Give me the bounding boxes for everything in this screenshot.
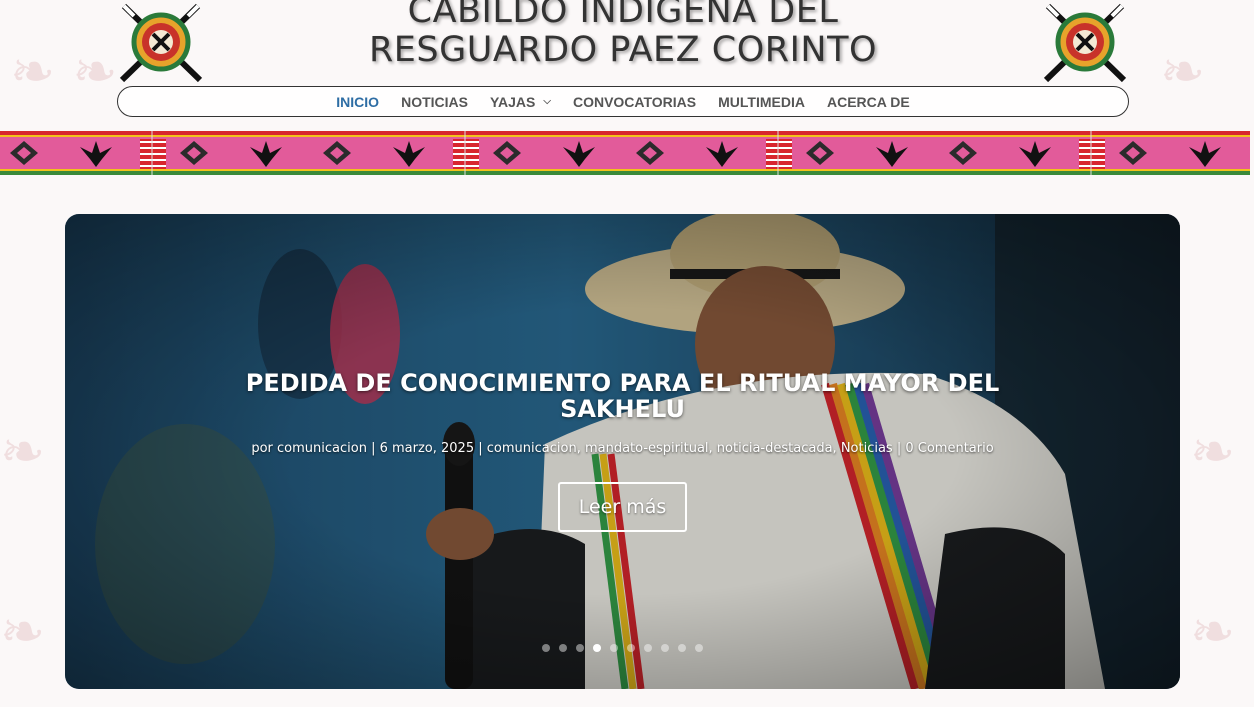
meta-category-link[interactable]: mandato-espiritual (585, 441, 709, 456)
background-motif: ❧ (0, 420, 46, 483)
slider-dot[interactable] (695, 644, 703, 652)
meta-author-link[interactable]: comunicacion (277, 441, 367, 456)
nav-item-label: YAJAS (489, 93, 536, 110)
nav-item-convocatorias[interactable]: CONVOCATORIAS (562, 94, 707, 110)
nav-item-label: ACERCA DE (826, 93, 910, 110)
slider-pagination (65, 644, 1180, 652)
slider-dot[interactable] (542, 644, 550, 652)
slider-dot[interactable] (627, 644, 635, 652)
background-motif: ❧ (1190, 420, 1236, 483)
nav-item-yajas[interactable]: YAJAS ⌵ (479, 94, 562, 110)
nav-item-label: INICIO (336, 93, 380, 110)
slide-meta: por comunicacion | 6 marzo, 2025 | comun… (251, 441, 994, 456)
slider-dot[interactable] (559, 644, 567, 652)
background-motif: ❧ (0, 600, 46, 663)
slider-dot[interactable] (593, 644, 601, 652)
hero-slider[interactable]: PEDIDA DE CONOCIMIENTO PARA EL RITUAL MA… (65, 214, 1180, 689)
slider-dot[interactable] (576, 644, 584, 652)
site-title[interactable]: CABILDO INDIGENA DEL RESGUARDO PAEZ CORI… (300, 0, 946, 70)
meta-category-link[interactable]: comunicacion (487, 441, 577, 456)
site-title-line1: CABILDO INDIGENA DEL (407, 0, 839, 31)
slider-dot[interactable] (610, 644, 618, 652)
nav-item-label: MULTIMEDIA (718, 93, 805, 110)
nav-item-multimedia[interactable]: MULTIMEDIA (707, 94, 816, 110)
meta-comments-link[interactable]: 0 Comentario (905, 441, 993, 456)
site-title-line2: RESGUARDO PAEZ CORINTO (368, 30, 878, 70)
meta-category-link[interactable]: Noticias (841, 441, 893, 456)
slider-dot[interactable] (644, 644, 652, 652)
background-motif: ❧ (1190, 600, 1236, 663)
meta-by: por (251, 441, 273, 456)
meta-category-link[interactable]: noticia-destacada (717, 441, 833, 456)
nav-item-label: CONVOCATORIAS (572, 93, 697, 110)
site-header: CABILDO INDIGENA DEL RESGUARDO PAEZ CORI… (0, 0, 1254, 125)
nav-item-acerca-de[interactable]: ACERCA DE (816, 94, 921, 110)
slider-dot[interactable] (678, 644, 686, 652)
slide-title[interactable]: PEDIDA DE CONOCIMIENTO PARA EL RITUAL MA… (215, 370, 1030, 422)
nav-item-label: NOTICIAS (401, 93, 468, 110)
nav-item-inicio[interactable]: INICIO (325, 94, 390, 110)
meta-date: 6 marzo, 2025 (379, 441, 475, 456)
chevron-down-icon[interactable]: ⌵ (543, 96, 551, 107)
nav-item-noticias[interactable]: NOTICIAS (390, 94, 479, 110)
woven-pattern-band (0, 131, 1250, 175)
slider-dot[interactable] (661, 644, 669, 652)
cabildo-logo-left[interactable] (116, 0, 206, 84)
main-navigation: INICIO NOTICIAS YAJAS ⌵ CONVOCATORIAS MU… (117, 86, 1129, 117)
cabildo-logo-right[interactable] (1040, 0, 1130, 84)
read-more-button[interactable]: Leer más (558, 482, 687, 532)
